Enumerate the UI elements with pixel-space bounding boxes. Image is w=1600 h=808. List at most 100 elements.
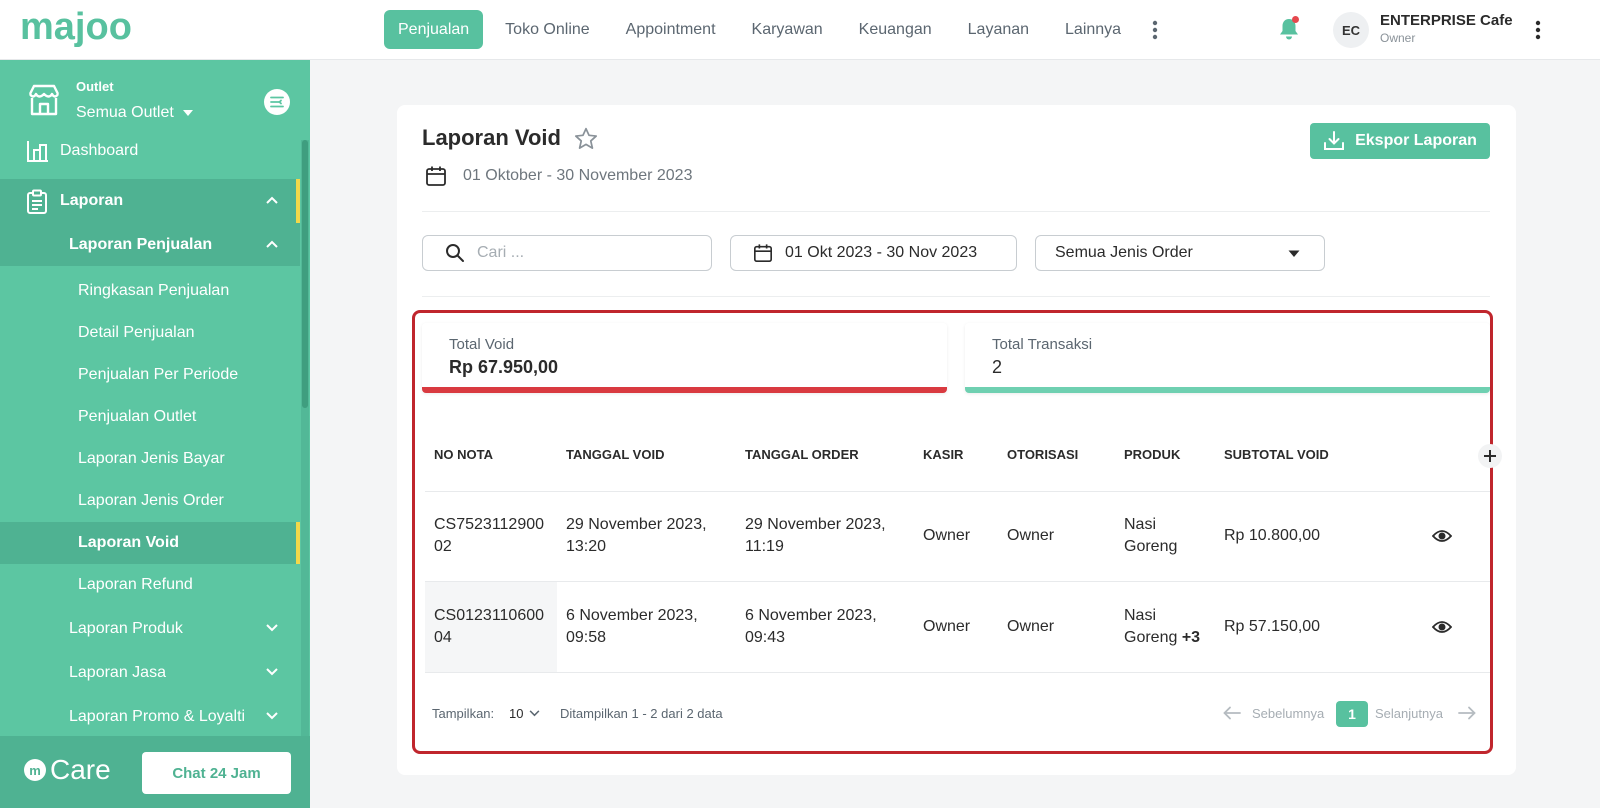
- chevron-down-icon: [530, 710, 540, 717]
- user-more-icon[interactable]: [1530, 17, 1546, 43]
- outlet-dropdown[interactable]: Semua Outlet: [76, 104, 194, 122]
- chevron-down-icon: [266, 712, 278, 720]
- arrow-left-icon[interactable]: [1223, 706, 1241, 725]
- divider: [422, 211, 1490, 212]
- sidebar-subitem-laporan-void[interactable]: Laporan Void: [0, 522, 300, 564]
- sidebar-scrollbar-thumb[interactable]: [302, 140, 308, 408]
- arrow-right-icon[interactable]: [1458, 706, 1476, 725]
- export-button-label: Ekspor Laporan: [1355, 132, 1477, 149]
- user-name[interactable]: ENTERPRISE Cafe: [1380, 12, 1513, 29]
- cell-tanggal-order: 6 November 2023, 09:43: [745, 605, 877, 649]
- column-header-subtotal-void[interactable]: SUBTOTAL VOID: [1224, 447, 1329, 462]
- row-divider: [425, 491, 1490, 492]
- order-type-select[interactable]: Semua Jenis Order: [1035, 235, 1325, 271]
- calendar-icon: [425, 165, 447, 192]
- sidebar-subitem-detail-penjualan[interactable]: Detail Penjualan: [0, 312, 300, 354]
- nota-line-2: 04: [434, 629, 452, 646]
- nota-line-1: CS0123110600: [434, 607, 545, 624]
- sidebar-subitem-ringkasan-penjualan[interactable]: Ringkasan Penjualan: [0, 270, 300, 312]
- column-header-kasir[interactable]: KASIR: [923, 447, 963, 462]
- nav-karyawan[interactable]: Karyawan: [734, 10, 841, 49]
- sidebar-item-laporan-jasa[interactable]: Laporan Jasa: [0, 651, 300, 695]
- sidebar-item-laporan-produk[interactable]: Laporan Produk: [0, 607, 300, 651]
- majoo-logo[interactable]: majoo: [20, 6, 150, 52]
- void-date: 29 November 2023,: [566, 516, 707, 533]
- column-header-no-nota[interactable]: NO NOTA: [434, 447, 493, 462]
- search-input[interactable]: [477, 244, 697, 262]
- logo-mark: majoo: [20, 9, 132, 48]
- column-header-tanggal-void[interactable]: TANGGAL VOID: [566, 447, 664, 462]
- nav-toko-online[interactable]: Toko Online: [487, 10, 608, 49]
- cell-otorisasi: Owner: [1007, 618, 1055, 635]
- nav-penjualan[interactable]: Penjualan: [384, 10, 484, 49]
- search-box[interactable]: [422, 235, 712, 271]
- order-date: 6 November 2023,: [745, 607, 877, 624]
- nav-lainnya[interactable]: Lainnya: [1047, 10, 1139, 49]
- cell-subtotal-void: Rp 10.800,00: [1224, 527, 1321, 544]
- void-time: 13:20: [566, 538, 607, 555]
- report-date-range: 01 Oktober - 30 November 2023: [463, 167, 693, 184]
- sidebar-item-label: Laporan Produk: [69, 620, 183, 637]
- produk-line-2: Goreng +3: [1124, 627, 1200, 649]
- produk-line-2: Goreng: [1124, 536, 1177, 558]
- sidebar-item-laporan[interactable]: Laporan: [0, 179, 300, 223]
- menu-collapse-icon: [270, 96, 284, 108]
- export-report-button[interactable]: Ekspor Laporan: [1310, 123, 1490, 159]
- outlet-label: Outlet: [76, 79, 114, 94]
- nav-layanan[interactable]: Layanan: [950, 10, 1047, 49]
- total-void-label: Total Void: [449, 336, 515, 353]
- sidebar-subitem-laporan-refund[interactable]: Laporan Refund: [0, 564, 300, 606]
- date-filter[interactable]: 01 Okt 2023 - 30 Nov 2023: [730, 235, 1017, 271]
- chat-24-jam-button[interactable]: Chat 24 Jam: [142, 752, 291, 794]
- nav-more-icon[interactable]: [1143, 10, 1167, 49]
- pagination-info: Ditampilkan 1 - 2 dari 2 data: [560, 706, 723, 721]
- next-page-button[interactable]: Selanjutnya: [1375, 706, 1443, 721]
- care-logo: m Care: [24, 754, 111, 786]
- view-detail-eye-icon[interactable]: [1431, 529, 1453, 543]
- nav-keuangan[interactable]: Keuangan: [841, 10, 950, 49]
- star-icon[interactable]: [573, 126, 599, 152]
- user-role: Owner: [1380, 31, 1416, 45]
- sidebar-item-laporan-promo-loyalti[interactable]: Laporan Promo & Loyalti: [0, 695, 300, 739]
- page-title: Laporan Void: [422, 125, 561, 150]
- calendar-icon: [754, 244, 772, 262]
- cell-otorisasi: Owner: [1007, 527, 1055, 544]
- sidebar-item-laporan-penjualan[interactable]: Laporan Penjualan: [0, 223, 300, 266]
- nota-line-2: 02: [434, 538, 452, 555]
- sidebar-subitem-penjualan-outlet[interactable]: Penjualan Outlet: [0, 396, 300, 438]
- main-nav: Penjualan Toko Online Appointment Karyaw…: [384, 10, 1167, 49]
- nav-appointment[interactable]: Appointment: [608, 10, 734, 49]
- user-avatar[interactable]: EC: [1333, 12, 1369, 48]
- column-header-tanggal-order[interactable]: TANGGAL ORDER: [745, 447, 859, 462]
- column-header-otorisasi[interactable]: OTORISASI: [1007, 447, 1078, 462]
- care-label: Care: [50, 754, 111, 785]
- cell-kasir: Owner: [923, 618, 971, 635]
- sidebar-subitem-laporan-jenis-bayar[interactable]: Laporan Jenis Bayar: [0, 438, 300, 480]
- order-date: 29 November 2023,: [745, 516, 886, 533]
- produk-extra-count[interactable]: +3: [1182, 629, 1200, 646]
- page-size-select[interactable]: 10: [509, 706, 540, 721]
- add-column-button[interactable]: [1478, 444, 1502, 468]
- date-filter-value: 01 Okt 2023 - 30 Nov 2023: [785, 244, 978, 261]
- sidebar-subitem-penjualan-per-periode[interactable]: Penjualan Per Periode: [0, 354, 300, 396]
- previous-page-button[interactable]: Sebelumnya: [1252, 706, 1324, 721]
- cell-tanggal-void: 29 November 2023, 13:20: [566, 514, 707, 558]
- view-detail-eye-icon[interactable]: [1431, 620, 1453, 634]
- total-void-value: Rp 67.950,00: [449, 357, 559, 377]
- care-panel: m Care Chat 24 Jam: [0, 736, 310, 808]
- page-number-current[interactable]: 1: [1336, 701, 1368, 727]
- sidebar-item-dashboard[interactable]: Dashboard: [0, 136, 300, 166]
- total-transaksi-value: 2: [992, 357, 1003, 377]
- outlet-value: Semua Outlet: [76, 104, 174, 121]
- caret-down-icon: [1288, 250, 1300, 257]
- produk-name: Goreng: [1124, 538, 1178, 555]
- sidebar-collapse-button[interactable]: [264, 89, 290, 115]
- care-m-icon: m: [24, 759, 46, 781]
- sidebar-subitem-laporan-jenis-order[interactable]: Laporan Jenis Order: [0, 480, 300, 522]
- column-header-produk[interactable]: PRODUK: [1124, 447, 1180, 462]
- logo-text: majoo: [20, 9, 132, 48]
- clipboard-icon: [26, 189, 48, 220]
- caret-down-icon: [182, 110, 193, 116]
- cell-tanggal-order: 29 November 2023, 11:19: [745, 514, 886, 558]
- sidebar-item-label: Laporan Jasa: [69, 664, 166, 681]
